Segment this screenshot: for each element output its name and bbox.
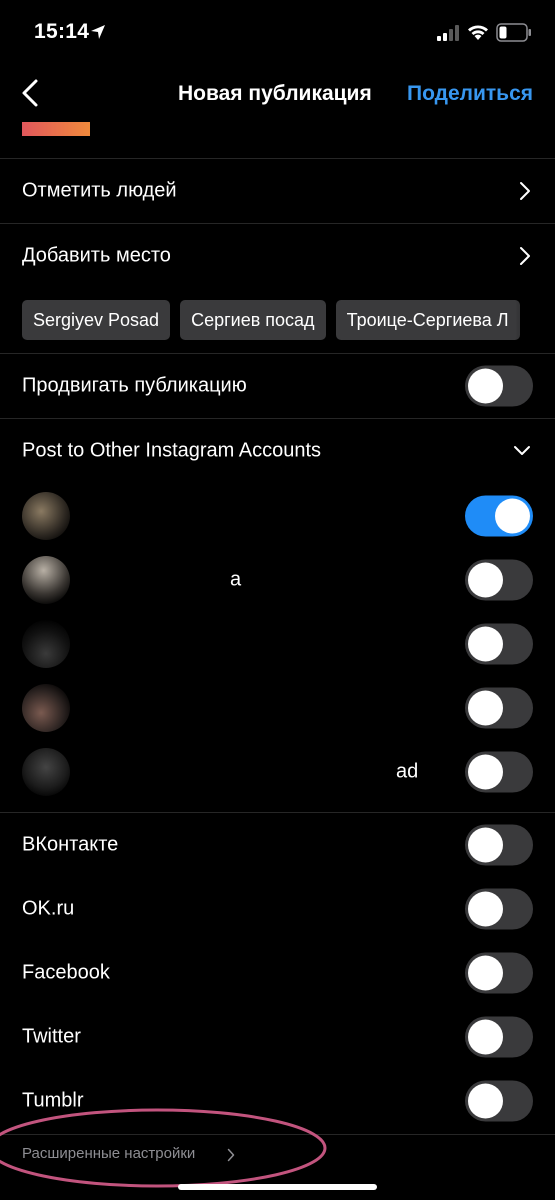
- other-accounts-label: Post to Other Instagram Accounts: [22, 439, 322, 462]
- tag-people-label: Отметить людей: [22, 179, 177, 202]
- share-target-row: OK.ru: [0, 877, 555, 941]
- toggle-knob: [468, 562, 503, 598]
- location-chip[interactable]: Sergiyev Posad: [22, 300, 171, 340]
- back-chevron-icon[interactable]: [20, 78, 42, 108]
- post-thumbnail[interactable]: [22, 122, 90, 136]
- location-arrow-icon: [91, 25, 105, 39]
- battery-icon: [496, 23, 531, 42]
- promote-row: Продвигать публикацию: [0, 354, 555, 418]
- wifi-icon: [468, 25, 488, 40]
- share-target-row: Facebook: [0, 941, 555, 1005]
- share-target-label: OK.ru: [22, 897, 75, 920]
- account-row: ad: [0, 740, 555, 804]
- chip-fade: [515, 300, 555, 340]
- share-button[interactable]: Поделиться: [407, 82, 533, 106]
- promote-label: Продвигать публикацию: [22, 374, 247, 397]
- account-row: [0, 484, 555, 548]
- account-row: [0, 676, 555, 740]
- avatar: [22, 684, 70, 732]
- account-toggle[interactable]: [465, 751, 533, 793]
- account-name: ad: [396, 760, 419, 783]
- avatar: [22, 556, 70, 604]
- account-row: [0, 612, 555, 676]
- share-target-row: Twitter: [0, 1005, 555, 1069]
- toggle-knob: [468, 690, 503, 726]
- twitter-toggle[interactable]: [465, 1016, 533, 1058]
- facebook-toggle[interactable]: [465, 952, 533, 994]
- status-bar: 15:14: [0, 0, 555, 66]
- avatar: [22, 620, 70, 668]
- nav-bar: Новая публикация Поделиться: [0, 66, 555, 122]
- toggle-knob: [468, 1019, 503, 1055]
- location-chip[interactable]: Троице-Сергиева Л: [335, 300, 520, 340]
- page-title: Новая публикация: [178, 82, 372, 105]
- okru-toggle[interactable]: [465, 888, 533, 930]
- toggle-knob: [468, 891, 503, 927]
- promote-toggle[interactable]: [465, 365, 533, 407]
- avatar: [22, 492, 70, 540]
- chevron-right-icon: [520, 182, 530, 200]
- toggle-knob: [468, 955, 503, 991]
- account-row: a: [0, 548, 555, 612]
- toggle-knob: [468, 827, 503, 863]
- share-target-label: Facebook: [22, 961, 110, 984]
- toggle-knob: [495, 498, 530, 534]
- add-location-label: Добавить место: [22, 244, 171, 267]
- add-location-row[interactable]: Добавить место: [0, 224, 555, 288]
- status-time: 15:14: [34, 20, 90, 43]
- cellular-signal-icon: [437, 25, 459, 41]
- share-target-row: ВКонтакте: [0, 813, 555, 877]
- toggle-knob: [468, 368, 503, 404]
- account-toggle[interactable]: [465, 623, 533, 665]
- chevron-down-icon: [514, 446, 530, 455]
- avatar: [22, 748, 70, 796]
- tumblr-toggle[interactable]: [465, 1080, 533, 1122]
- toggle-knob: [468, 754, 503, 790]
- account-toggle[interactable]: [465, 495, 533, 537]
- highlight-ellipse: [0, 1108, 327, 1188]
- home-indicator[interactable]: [178, 1184, 377, 1190]
- vkontakte-toggle[interactable]: [465, 824, 533, 866]
- account-name: a: [230, 568, 242, 591]
- location-chip[interactable]: Сергиев посад: [180, 300, 326, 340]
- toggle-knob: [468, 626, 503, 662]
- location-suggestions: Sergiyev Posad Сергиев посад Троице-Сергие…: [22, 300, 555, 340]
- account-toggle[interactable]: [465, 687, 533, 729]
- share-target-label: Twitter: [22, 1025, 81, 1048]
- toggle-knob: [468, 1083, 503, 1119]
- tag-people-row[interactable]: Отметить людей: [0, 159, 555, 223]
- other-accounts-header[interactable]: Post to Other Instagram Accounts: [0, 419, 555, 483]
- account-toggle[interactable]: [465, 559, 533, 601]
- share-target-label: ВКонтакте: [22, 833, 119, 856]
- chevron-right-icon: [520, 247, 530, 265]
